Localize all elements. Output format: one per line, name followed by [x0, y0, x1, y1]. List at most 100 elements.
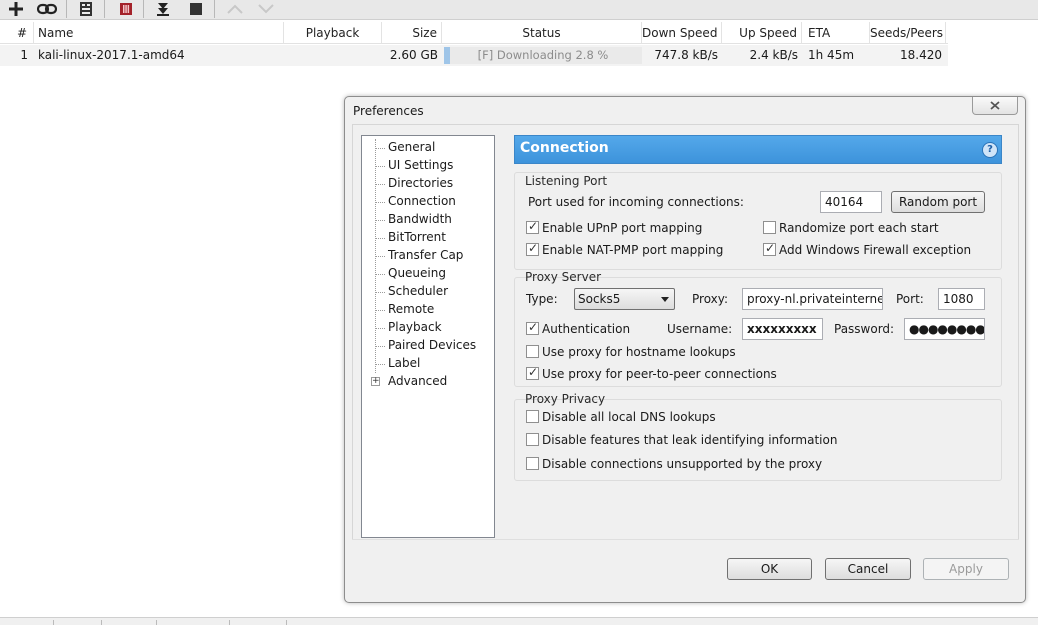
row-up-speed: 2.4 kB/s [749, 48, 798, 62]
close-icon [990, 101, 1000, 110]
toolbar [0, 0, 1038, 20]
column-name[interactable]: Name [34, 22, 284, 44]
create-torrent-icon[interactable] [75, 0, 97, 18]
firewall-checkbox[interactable]: ✓ [763, 241, 776, 256]
firewall-label: Add Windows Firewall exception [779, 243, 972, 257]
tree-item-advanced[interactable]: Advanced [388, 373, 447, 390]
cancel-button[interactable]: Cancel [825, 558, 911, 580]
bottom-tab[interactable] [53, 620, 101, 625]
column-eta[interactable]: ETA [802, 22, 870, 44]
tree-item-remote[interactable]: Remote [388, 301, 434, 318]
tree-item-connection[interactable]: Connection [388, 193, 456, 210]
randomize-port-label: Randomize port each start [779, 221, 939, 235]
column-status[interactable]: Status [442, 22, 642, 44]
row-eta: 1h 45m [808, 48, 855, 62]
proxy-privacy-title: Proxy Privacy [525, 392, 606, 406]
tree-item-general[interactable]: General [388, 139, 435, 156]
row-seeds-peers: 18.420 [900, 48, 942, 62]
unsupported-connections-checkbox[interactable] [526, 457, 539, 470]
authentication-label: Authentication [542, 322, 631, 336]
close-button[interactable] [972, 97, 1018, 115]
proxy-type-label: Type: [526, 292, 558, 306]
column-playback[interactable]: Playback [284, 22, 382, 44]
upnp-checkbox[interactable]: ✓ [526, 219, 539, 234]
password-input[interactable]: ●●●●●●●●●● [904, 318, 985, 340]
checkmark-icon: ✓ [528, 320, 539, 334]
upnp-label: Enable UPnP port mapping [542, 221, 703, 235]
hostname-lookup-label: Use proxy for hostname lookups [542, 345, 736, 359]
ok-button[interactable]: OK [727, 558, 812, 580]
row-size: 2.60 GB [389, 48, 438, 62]
preferences-dialog: Preferences General UI Settings Director… [344, 96, 1026, 603]
tree-item-directories[interactable]: Directories [388, 175, 453, 192]
username-label: Username: [667, 322, 733, 336]
unsupported-connections-label: Disable connections unsupported by the p… [542, 457, 823, 471]
password-label: Password: [834, 322, 895, 336]
tree-item-scheduler[interactable]: Scheduler [388, 283, 448, 300]
remove-icon[interactable] [115, 0, 137, 18]
random-port-button[interactable]: Random port [891, 191, 985, 213]
p2p-proxy-label: Use proxy for peer-to-peer connections [542, 367, 777, 381]
up-icon[interactable] [224, 0, 246, 18]
row-status: [F] Downloading 2.8 % [477, 48, 609, 62]
tree-item-bandwidth[interactable]: Bandwidth [388, 211, 452, 228]
proxy-port-input[interactable]: 1080 [938, 288, 985, 310]
row-down-speed: 747.8 kB/s [654, 48, 718, 62]
tree-item-bittorrent[interactable]: BitTorrent [388, 229, 446, 246]
tree-item-playback[interactable]: Playback [388, 319, 442, 336]
add-url-icon[interactable] [36, 0, 58, 18]
row-number: 1 [20, 48, 28, 62]
progress-bar: [F] Downloading 2.8 % [444, 47, 642, 64]
proxy-host-input[interactable]: proxy-nl.privateinternetac [742, 288, 883, 310]
proxy-type-select[interactable]: Socks5 [574, 288, 675, 310]
tree-item-paired-devices[interactable]: Paired Devices [388, 337, 476, 354]
checkmark-icon: ✓ [528, 365, 539, 379]
natpmp-label: Enable NAT-PMP port mapping [542, 243, 724, 257]
proxy-port-label: Port: [896, 292, 924, 306]
row-name: kali-linux-2017.1-amd64 [38, 48, 185, 62]
tree-item-ui-settings[interactable]: UI Settings [388, 157, 453, 174]
column-number[interactable]: # [0, 22, 34, 44]
table-row[interactable]: 1 kali-linux-2017.1-amd64 2.60 GB [F] Do… [0, 45, 948, 66]
help-icon[interactable]: ? [982, 142, 998, 158]
dns-lookups-label: Disable all local DNS lookups [542, 410, 716, 424]
leak-features-checkbox[interactable] [526, 433, 539, 446]
natpmp-checkbox[interactable]: ✓ [526, 241, 539, 256]
column-up-speed[interactable]: Up Speed [722, 22, 802, 44]
checkmark-icon: ✓ [528, 241, 539, 255]
pane-title: Connection [520, 140, 609, 156]
checkmark-icon: ✓ [528, 219, 539, 233]
bottom-tab[interactable] [101, 620, 156, 625]
randomize-port-checkbox[interactable] [763, 221, 776, 234]
dns-lookups-checkbox[interactable] [526, 410, 539, 423]
username-input[interactable]: xxxxxxxxx [742, 318, 823, 340]
expand-icon[interactable]: + [371, 377, 380, 386]
dialog-footer [352, 539, 1019, 597]
down-icon[interactable] [255, 0, 277, 18]
column-size[interactable]: Size [382, 22, 442, 44]
column-seeds-peers[interactable]: Seeds/Peers [870, 22, 946, 44]
tree-item-label[interactable]: Label [388, 355, 420, 372]
leak-features-label: Disable features that leak identifying i… [542, 433, 838, 447]
hostname-lookup-checkbox[interactable] [526, 345, 539, 358]
column-down-speed[interactable]: Down Speed [642, 22, 722, 44]
listening-port-title: Listening Port [525, 174, 608, 188]
tree-item-transfer-cap[interactable]: Transfer Cap [388, 247, 463, 264]
bottom-tab[interactable] [229, 620, 287, 625]
proxy-host-label: Proxy: [692, 292, 729, 306]
row-playback [284, 45, 382, 66]
tree-item-queueing[interactable]: Queueing [388, 265, 446, 282]
p2p-proxy-checkbox[interactable]: ✓ [526, 365, 539, 380]
download-icon[interactable] [152, 0, 174, 18]
stop-icon[interactable] [185, 0, 207, 18]
checkmark-icon: ✓ [765, 241, 776, 255]
add-icon[interactable] [5, 0, 27, 18]
port-label: Port used for incoming connections: [528, 195, 744, 209]
torrent-list-header: # Name Playback Size Status Down Speed U… [0, 22, 948, 44]
dialog-title: Preferences [353, 104, 424, 118]
port-input[interactable]: 40164 [820, 191, 882, 213]
apply-button[interactable]: Apply [923, 558, 1009, 580]
authentication-checkbox[interactable]: ✓ [526, 320, 539, 335]
bottom-tab[interactable] [156, 620, 229, 625]
proxy-server-title: Proxy Server [525, 270, 602, 284]
